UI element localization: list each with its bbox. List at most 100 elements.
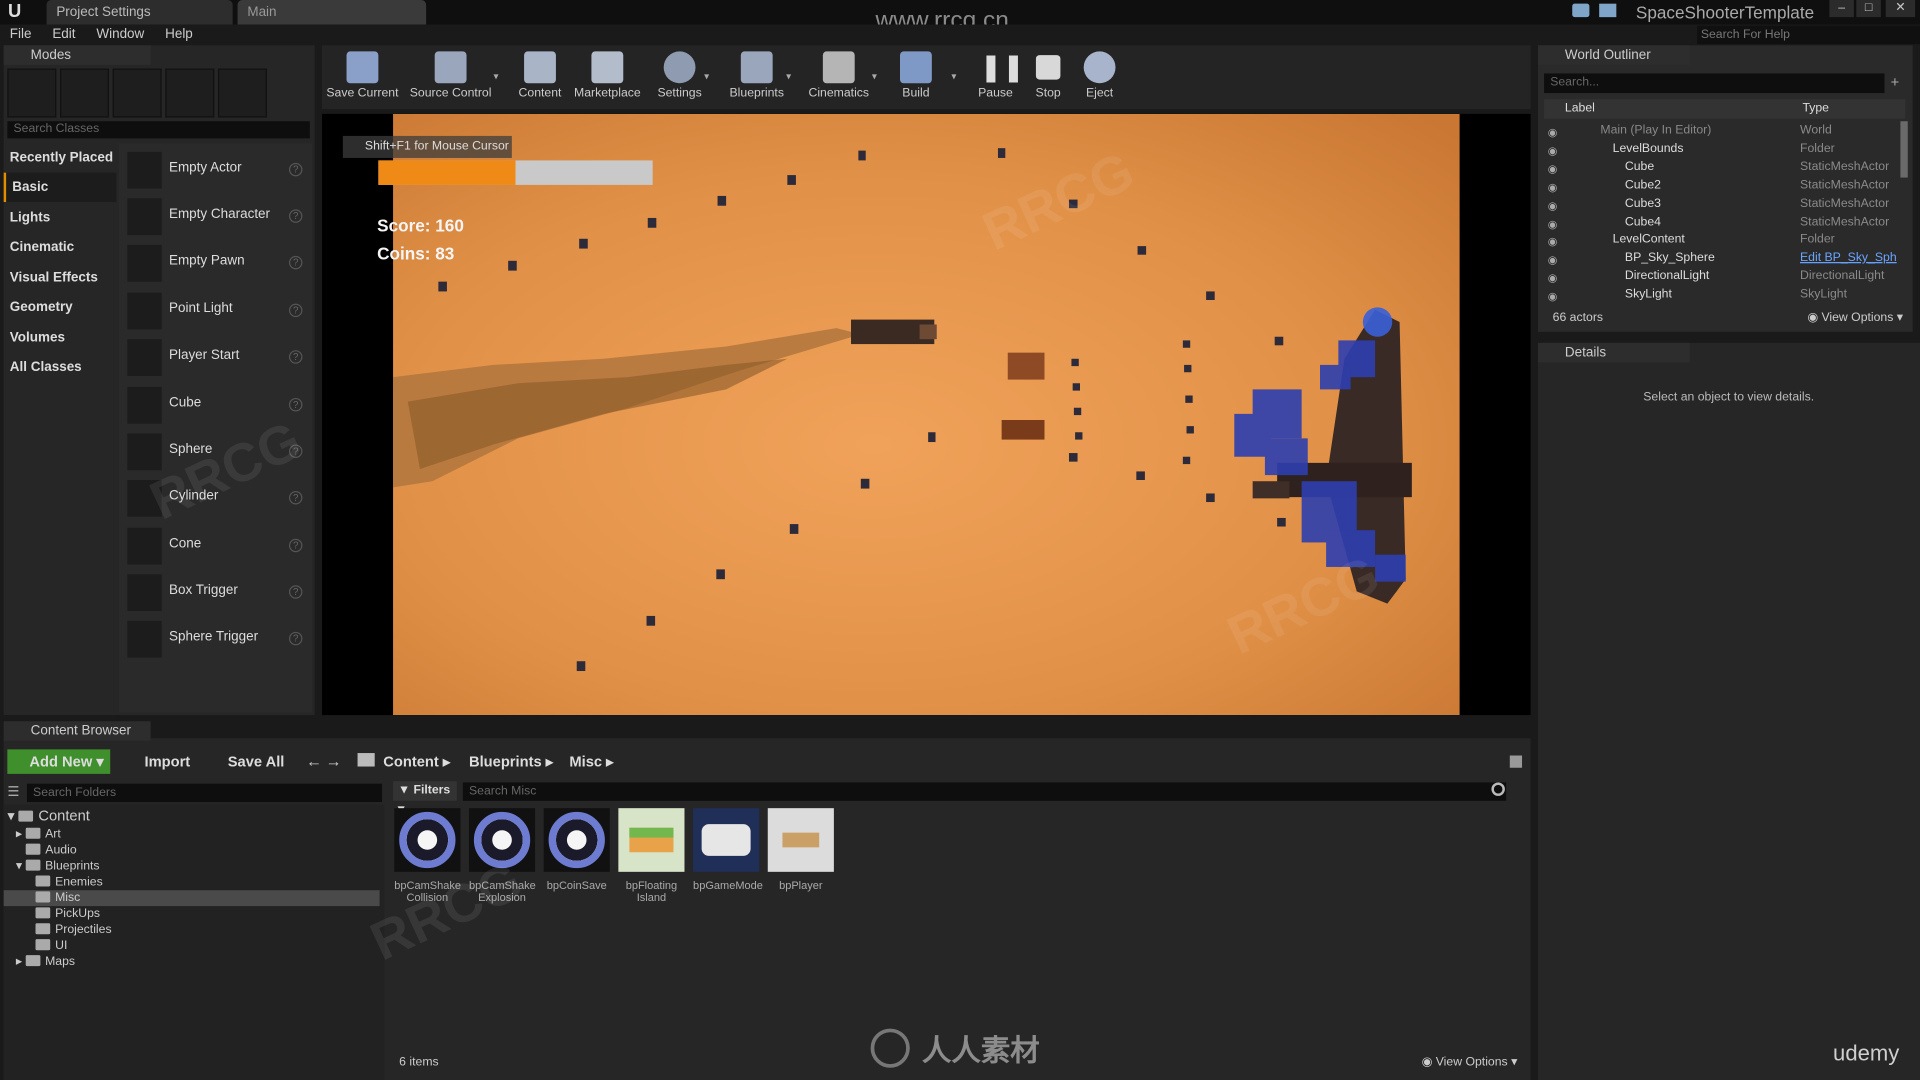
asset-tile[interactable]: bpPlayer [767,808,834,891]
sources-toggle-icon[interactable]: ☰ [7,784,24,801]
outliner-row[interactable]: ◉ Cube StaticMeshActor [1544,158,1905,176]
stop-button[interactable]: Stop [1029,45,1068,109]
outliner-row[interactable]: ◉ BP_Sky_Sphere Edit BP_Sky_Sph [1544,249,1905,267]
content-button[interactable]: Content [514,45,565,109]
menu-file[interactable]: File [10,24,32,44]
tab-main[interactable]: Main [237,0,427,25]
menu-help[interactable]: Help [165,24,193,44]
tree-item[interactable]: ▾ Blueprints [16,858,100,874]
lock-icon[interactable] [1509,755,1523,768]
outliner-row[interactable]: ◉ LevelContent Folder [1544,230,1905,248]
category-volumes[interactable]: Volumes [4,323,117,352]
search-help-input[interactable]: Search For Help [1697,25,1920,45]
tree-item[interactable]: ▾ Content [7,808,90,824]
help-icon[interactable]: ? [288,585,303,599]
help-icon[interactable]: ? [288,538,303,553]
tree-item[interactable]: Audio [25,842,77,858]
paint-mode-icon[interactable] [60,68,109,118]
outliner-row[interactable]: ◉ Cube3 StaticMeshActor [1544,195,1905,213]
visibility-eye-icon[interactable]: ◉ [1548,179,1561,193]
outliner-row[interactable]: ◉ Cube4 StaticMeshActor [1544,213,1905,231]
class-item[interactable]: Box Trigger? [126,572,310,614]
visibility-eye-icon[interactable]: ◉ [1548,197,1561,212]
category-all-classes[interactable]: All Classes [4,353,117,382]
import-button[interactable]: Import [126,749,190,773]
pause-button[interactable]: ❚❚ Pause [973,45,1025,109]
visibility-eye-icon[interactable]: ◉ [1548,124,1561,138]
help-icon[interactable]: ? [288,255,303,270]
class-item[interactable]: Point Light? [126,290,310,332]
class-item[interactable]: Sphere? [126,431,310,473]
asset-tile[interactable]: bpCamShake Collision [394,808,461,904]
outliner-row[interactable]: ◉ Main (Play In Editor) World [1544,121,1905,139]
visibility-eye-icon[interactable]: ◉ [1548,216,1561,230]
class-item[interactable]: Empty Character? [126,196,310,238]
tree-item[interactable]: Enemies [35,874,103,890]
asset-tile[interactable]: bpGameMode [693,808,763,891]
row-type-link[interactable]: Edit BP_Sky_Sph [1800,249,1897,267]
visibility-eye-icon[interactable]: ◉ [1548,142,1561,156]
tree-item[interactable]: UI [35,938,67,954]
place-mode-icon[interactable] [7,68,57,118]
search-folders-input[interactable]: Search Folders [26,783,383,803]
help-icon[interactable]: ? [288,209,303,223]
category-cinematic[interactable]: Cinematic [4,233,117,262]
dropdown-arrow-icon[interactable]: ▾ [872,71,877,82]
category-geometry[interactable]: Geometry [4,293,117,322]
category-recently-placed[interactable]: Recently Placed [4,143,117,172]
breadcrumb-blueprints[interactable]: Blueprints ▸ [469,749,553,773]
back-arrow-icon[interactable]: ← [306,752,322,770]
col-type[interactable]: Type [1802,99,1829,119]
category-basic[interactable]: Basic [3,172,117,203]
world-outliner-tab[interactable]: World Outliner [1537,45,1690,65]
build-button[interactable]: Build [895,45,937,109]
class-item[interactable]: Empty Actor? [126,149,310,191]
outliner-scrollbar[interactable] [1900,121,1908,178]
help-icon[interactable]: ? [288,491,303,505]
asset-tile[interactable]: bpCoinSave [543,808,610,891]
col-label[interactable]: Label [1565,99,1595,119]
close-button[interactable]: ✕ [1885,0,1916,18]
settings-button[interactable]: Settings [651,45,707,109]
minimize-button[interactable]: – [1829,0,1854,18]
help-icon[interactable]: ? [288,631,303,646]
visibility-eye-icon[interactable]: ◉ [1548,288,1561,302]
add-new-button[interactable]: Add New ▾ [7,749,111,774]
details-tab[interactable]: Details [1537,342,1690,363]
visibility-eye-icon[interactable]: ◉ [1548,233,1561,247]
geometry-mode-icon[interactable] [217,68,267,118]
search-icon[interactable] [1491,782,1505,796]
maximize-button[interactable]: □ [1856,0,1881,18]
outliner-search-input[interactable]: Search... [1544,73,1885,94]
help-icon[interactable]: ? [288,303,303,318]
dropdown-arrow-icon[interactable]: ▾ [704,71,709,82]
help-icon[interactable]: ? [288,162,303,177]
save-all-button[interactable]: Save All [211,749,285,773]
cinematics-button[interactable]: Cinematics [806,45,872,109]
class-item[interactable]: Empty Pawn? [126,242,310,284]
flag-icon[interactable] [1599,3,1617,18]
help-icon[interactable]: ? [288,397,303,412]
tree-item[interactable]: ▸ Maps [16,954,75,970]
content-browser-tab[interactable]: Content Browser [3,721,151,741]
dropdown-arrow-icon[interactable]: ▾ [951,71,956,82]
dropdown-arrow-icon[interactable]: ▾ [493,71,498,82]
help-icon[interactable]: ? [288,350,303,364]
outliner-row[interactable]: ◉ DirectionalLight DirectionalLight [1544,267,1905,285]
outliner-row[interactable]: ◉ LevelBounds Folder [1544,140,1905,158]
foliage-mode-icon[interactable] [165,68,215,118]
save-current-button[interactable]: Save Current [326,45,399,109]
class-item[interactable]: Cone? [126,525,310,567]
chat-icon[interactable] [1572,3,1590,18]
landscape-mode-icon[interactable] [112,68,162,118]
menu-window[interactable]: Window [96,24,144,44]
tree-item[interactable]: PickUps [35,906,101,922]
help-icon[interactable]: ? [288,444,303,458]
cb-view-options-button[interactable]: ◉ View Options ▾ [1422,1056,1518,1069]
category-visual-effects[interactable]: Visual Effects [4,263,117,292]
view-options-button[interactable]: ◉ View Options ▾ [1807,311,1903,324]
search-classes-input[interactable]: Search Classes [7,121,310,139]
visibility-eye-icon[interactable]: ◉ [1548,160,1561,175]
breadcrumb-misc[interactable]: Misc ▸ [569,749,613,773]
dropdown-arrow-icon[interactable]: ▾ [786,71,791,82]
